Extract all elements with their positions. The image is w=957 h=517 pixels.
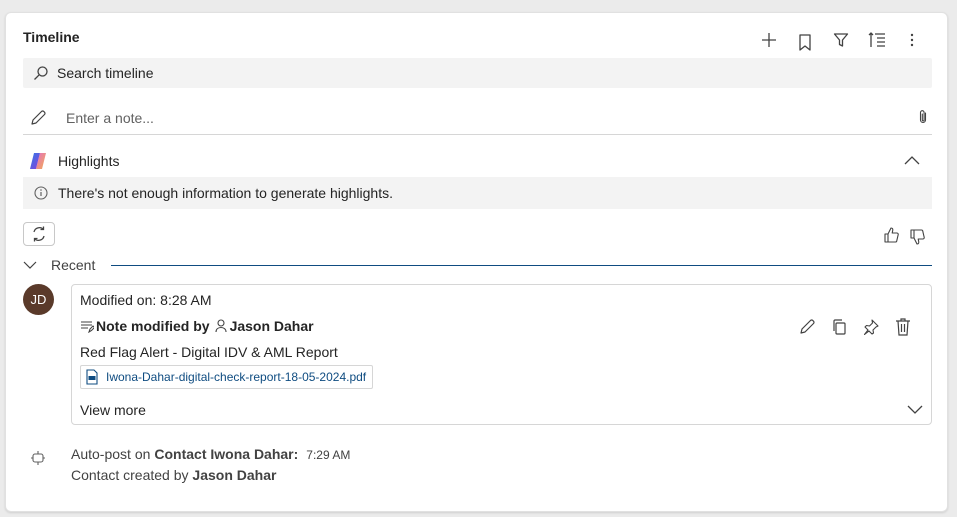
more-icon[interactable] (900, 29, 924, 51)
recent-label: Recent (51, 257, 96, 273)
add-icon[interactable] (757, 29, 781, 51)
copilot-icon (28, 151, 48, 171)
recent-divider (111, 264, 932, 266)
pdf-file-icon (85, 369, 99, 385)
autopost-time: 7:29 AM (306, 448, 351, 462)
timeline-card: Timeline Search timeline Enter a note... (5, 12, 948, 512)
note-activity-card[interactable]: Modified on: 8:28 AM Note modified by Ja… (71, 284, 932, 425)
modified-time: Modified on: 8:28 AM (80, 292, 212, 308)
activity-header: Note modified by Jason Dahar (80, 318, 314, 334)
pencil-icon (29, 109, 47, 127)
bookmark-icon[interactable] (793, 32, 817, 54)
activity-action: Note modified by (96, 318, 210, 334)
chevron-down-icon[interactable] (23, 261, 37, 270)
search-input[interactable]: Search timeline (23, 58, 932, 88)
timeline-title: Timeline (23, 29, 80, 45)
attachment-name[interactable]: Iwona-Dahar-digital-check-report-18-05-2… (106, 370, 366, 384)
copy-icon[interactable] (828, 316, 850, 338)
search-placeholder: Search timeline (57, 65, 154, 81)
recent-section-header[interactable]: Recent (23, 255, 932, 275)
note-placeholder: Enter a note... (66, 109, 154, 126)
filter-icon[interactable] (829, 29, 853, 51)
refresh-icon (33, 226, 45, 242)
autopost-contact[interactable]: Contact Iwona Dahar: (154, 446, 298, 462)
note-input[interactable]: Enter a note... (23, 101, 932, 135)
highlights-info-text: There's not enough information to genera… (58, 185, 394, 201)
note-icon (80, 319, 94, 333)
pin-icon[interactable] (860, 316, 882, 338)
thumbs-down-icon[interactable] (910, 229, 925, 245)
search-icon (33, 65, 49, 81)
avatar[interactable]: JD (23, 284, 54, 315)
activity-subject: Red Flag Alert - Digital IDV & AML Repor… (80, 344, 338, 360)
sort-icon[interactable] (865, 29, 889, 51)
chevron-up-icon[interactable] (904, 155, 920, 165)
refresh-button[interactable] (23, 222, 55, 246)
info-icon (34, 186, 48, 200)
expand-chevron-icon[interactable] (907, 405, 923, 415)
attachment-chip[interactable]: Iwona-Dahar-digital-check-report-18-05-2… (80, 365, 374, 389)
thumbs-up-icon[interactable] (884, 227, 899, 243)
person-icon (215, 319, 227, 333)
highlights-info: There's not enough information to genera… (23, 177, 932, 209)
highlights-header[interactable]: Highlights (23, 149, 932, 173)
autopost-created-by: Contact created by (71, 467, 189, 483)
autopost-line: Auto-post on Contact Iwona Dahar: 7:29 A… (71, 446, 350, 462)
edit-icon[interactable] (796, 316, 818, 338)
view-more-link[interactable]: View more (80, 402, 146, 418)
autopost-author[interactable]: Jason Dahar (192, 467, 276, 483)
autopost-prefix: Auto-post on (71, 446, 151, 462)
autopost-icon (31, 450, 45, 466)
autopost-detail: Contact created by Jason Dahar (71, 467, 276, 483)
delete-icon[interactable] (892, 316, 914, 338)
attach-icon[interactable] (918, 109, 928, 125)
activity-author[interactable]: Jason Dahar (230, 318, 314, 334)
highlights-label: Highlights (58, 153, 120, 169)
